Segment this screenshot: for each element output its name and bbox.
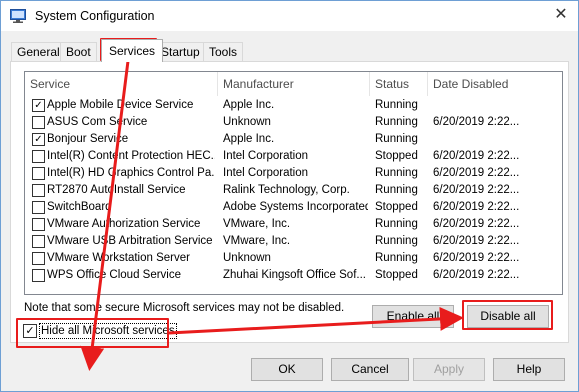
service-status: Stopped: [375, 201, 418, 213]
tab-tools[interactable]: Tools: [203, 42, 244, 61]
help-button[interactable]: Help: [493, 358, 565, 381]
service-checkbox[interactable]: [32, 201, 45, 214]
service-manufacturer: Unknown: [223, 252, 271, 264]
service-manufacturer: Ralink Technology, Corp.: [223, 184, 350, 196]
service-status: Running: [375, 252, 418, 264]
apply-button[interactable]: Apply: [413, 358, 485, 381]
service-status: Running: [375, 235, 418, 247]
table-row[interactable]: VMware Authorization Service VMware, Inc.…: [25, 216, 560, 233]
hide-microsoft-services-highlight: [16, 318, 169, 348]
service-status: Running: [375, 184, 418, 196]
service-date-disabled: [433, 131, 558, 148]
service-status: Running: [375, 99, 418, 111]
ok-button[interactable]: OK: [251, 358, 323, 381]
service-date-disabled: 6/20/2019 2:22...: [433, 201, 520, 213]
service-checkbox[interactable]: [32, 269, 45, 282]
service-manufacturer: VMware, Inc.: [223, 235, 291, 247]
service-checkbox[interactable]: [32, 218, 45, 231]
table-row[interactable]: RT2870 AutoInstall Service Ralink Technol…: [25, 182, 560, 199]
service-name: ASUS Com Service: [47, 116, 148, 128]
table-row[interactable]: VMware Workstation Server Unknown Running 6…: [25, 250, 560, 267]
service-status: Stopped: [375, 269, 418, 281]
service-status: Running: [375, 133, 418, 145]
service-date-disabled: 6/20/2019 2:22...: [433, 235, 520, 247]
enable-all-button[interactable]: Enable all: [372, 305, 454, 328]
service-manufacturer: Adobe Systems Incorporated: [223, 201, 368, 213]
check-icon: ✓: [34, 100, 43, 111]
table-row[interactable]: ASUS Com Service Unknown Running 6/20/2019 …: [25, 114, 560, 131]
service-date-disabled: 6/20/2019 2:22...: [433, 150, 520, 162]
service-checkbox[interactable]: [32, 252, 45, 265]
tab-boot[interactable]: Boot: [60, 42, 97, 61]
service-manufacturer: Zhuhai Kingsoft Office Sof...: [223, 269, 366, 281]
column-header-date-disabled[interactable]: Date Disabled: [428, 72, 560, 96]
service-checkbox[interactable]: [32, 150, 45, 163]
service-checkbox[interactable]: ✓: [32, 133, 45, 146]
service-date-disabled: 6/20/2019 2:22...: [433, 116, 520, 128]
column-header-manufacturer[interactable]: Manufacturer: [218, 72, 369, 96]
table-row[interactable]: ✓ Apple Mobile Device Service Apple Inc. Ru…: [25, 97, 560, 114]
table-row[interactable]: SwitchBoard Adobe Systems Incorporated Sto…: [25, 199, 560, 216]
tab-services[interactable]: Services: [101, 39, 164, 62]
service-manufacturer: Unknown: [223, 116, 271, 128]
service-date-disabled: 6/20/2019 2:22...: [433, 184, 520, 196]
service-checkbox[interactable]: [32, 116, 45, 129]
service-name: VMware Workstation Server: [47, 252, 190, 264]
tab-general[interactable]: General: [11, 42, 66, 61]
service-date-disabled: [433, 97, 558, 114]
services-list[interactable]: Service Manufacturer Status Date Disable…: [24, 71, 563, 295]
close-icon[interactable]: ✕: [550, 5, 572, 25]
service-manufacturer: Apple Inc.: [223, 133, 275, 145]
service-name: VMware USB Arbitration Service: [47, 235, 213, 247]
note-text: Note that some secure Microsoft services…: [24, 302, 345, 314]
disable-all-highlight: [462, 300, 553, 330]
table-row[interactable]: ✓ Bonjour Service Apple Inc. Running: [25, 131, 560, 148]
service-manufacturer: Intel Corporation: [223, 150, 309, 162]
service-name: VMware Authorization Service: [47, 218, 201, 230]
title-bar[interactable]: System Configuration ✕: [1, 1, 578, 31]
service-date-disabled: 6/20/2019 2:22...: [433, 167, 520, 179]
service-checkbox[interactable]: [32, 184, 45, 197]
service-date-disabled: 6/20/2019 2:22...: [433, 269, 520, 281]
service-status: Running: [375, 218, 418, 230]
cancel-button[interactable]: Cancel: [331, 358, 409, 381]
service-name: Bonjour Service: [47, 133, 129, 145]
service-name: Intel(R) Content Protection HEC...: [47, 150, 215, 162]
service-name: SwitchBoard: [47, 201, 112, 213]
service-manufacturer: VMware, Inc.: [223, 218, 291, 230]
service-manufacturer: Intel Corporation: [223, 167, 309, 179]
service-manufacturer: Apple Inc.: [223, 99, 275, 111]
service-checkbox[interactable]: [32, 167, 45, 180]
column-header-service[interactable]: Service: [25, 72, 217, 96]
window-title: System Configuration: [35, 9, 155, 23]
check-icon: ✓: [34, 134, 43, 145]
service-status: Running: [375, 116, 418, 128]
service-name: Intel(R) HD Graphics Control Pa...: [47, 167, 215, 179]
table-row[interactable]: WPS Office Cloud Service Zhuhai Kingsoft …: [25, 267, 560, 284]
table-row[interactable]: VMware USB Arbitration Service VMware, In…: [25, 233, 560, 250]
service-name: RT2870 AutoInstall Service: [47, 184, 186, 196]
service-name: Apple Mobile Device Service: [47, 99, 194, 111]
service-checkbox[interactable]: ✓: [32, 99, 45, 112]
column-header-status[interactable]: Status: [370, 72, 427, 96]
service-status: Running: [375, 167, 418, 179]
service-date-disabled: 6/20/2019 2:22...: [433, 218, 520, 230]
table-row[interactable]: Intel(R) Content Protection HEC... Intel …: [25, 148, 560, 165]
service-checkbox[interactable]: [32, 235, 45, 248]
table-row[interactable]: Intel(R) HD Graphics Control Pa... Intel …: [25, 165, 560, 182]
service-date-disabled: 6/20/2019 2:22...: [433, 252, 520, 264]
service-name: WPS Office Cloud Service: [47, 269, 182, 281]
service-status: Stopped: [375, 150, 418, 162]
system-configuration-icon: [10, 9, 26, 23]
